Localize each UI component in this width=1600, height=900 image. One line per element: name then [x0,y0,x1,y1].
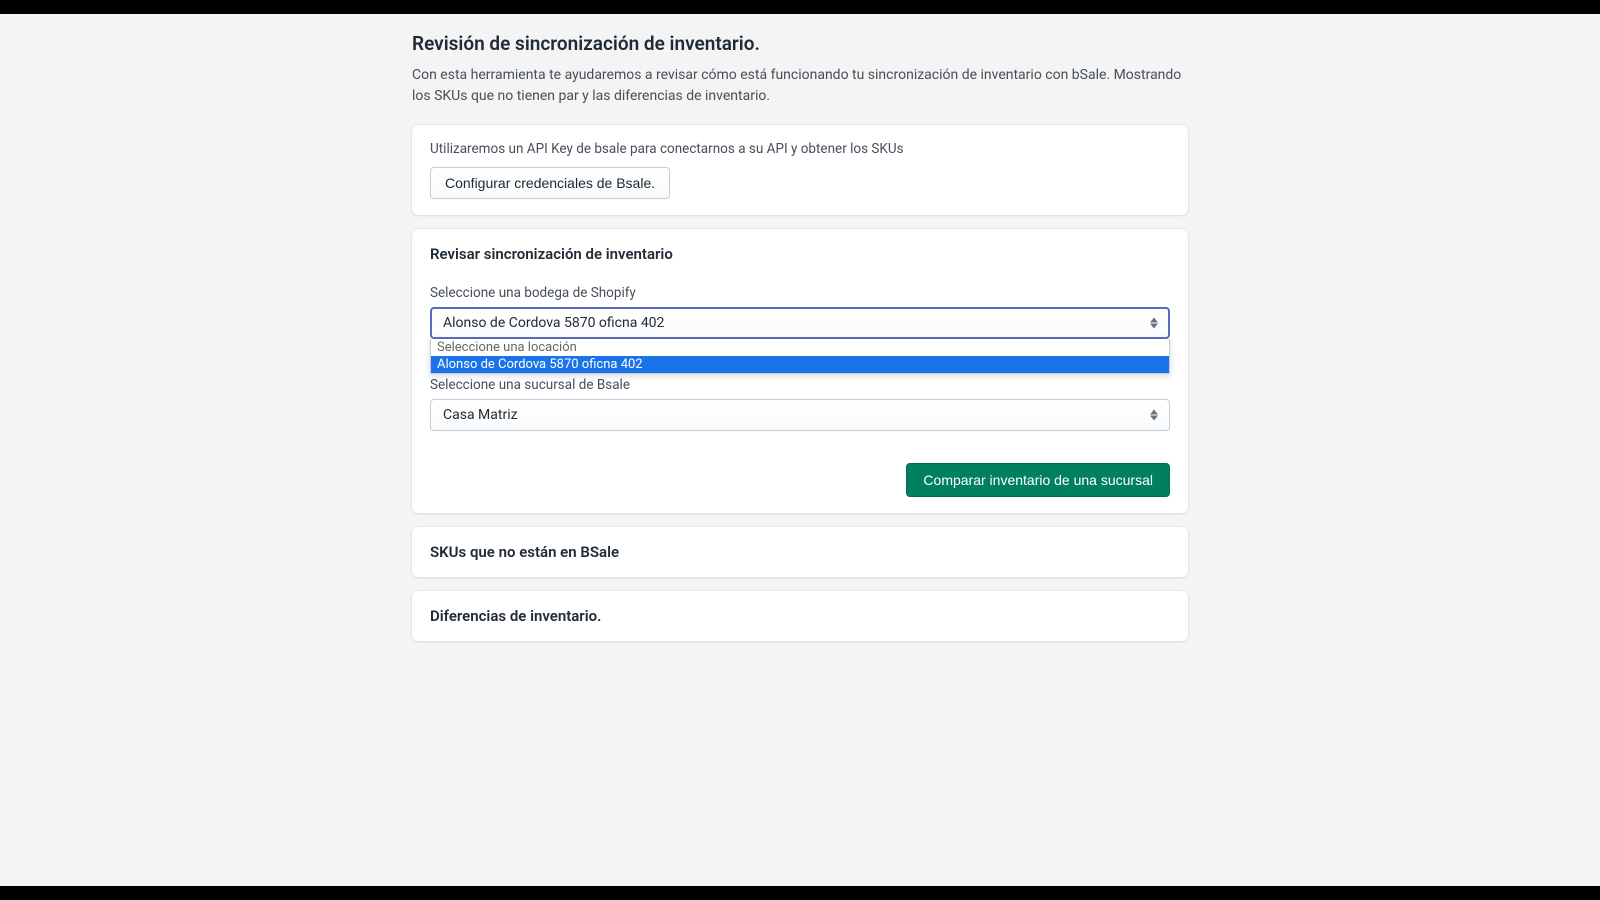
skus-missing-card: SKUs que no están en BSale [412,527,1188,577]
shopify-warehouse-label: Seleccione una bodega de Shopify [430,285,1170,301]
inventory-diff-title: Diferencias de inventario. [430,607,1170,625]
bsale-branch-select-wrapper: Casa Matriz [430,399,1170,431]
skus-missing-title: SKUs que no están en BSale [430,543,1170,561]
page-container: Revisión de sincronización de inventario… [412,14,1188,695]
shopify-warehouse-dropdown: Seleccione una locación Alonso de Cordov… [430,339,1170,374]
shopify-warehouse-select[interactable]: Alonso de Cordova 5870 oficna 402 [430,307,1170,339]
review-sync-heading: Revisar sincronización de inventario [430,245,1170,263]
page-subtitle: Con esta herramienta te ayudaremos a rev… [412,65,1188,107]
bsale-branch-select[interactable]: Casa Matriz [430,399,1170,431]
compare-button-row: Comparar inventario de una sucursal [430,463,1170,497]
page-title: Revisión de sincronización de inventario… [412,32,1188,55]
dropdown-placeholder-item[interactable]: Seleccione una locación [431,339,1169,356]
bsale-branch-label: Seleccione una sucursal de Bsale [430,377,1170,393]
shopify-warehouse-select-wrapper: Alonso de Cordova 5870 oficna 402 Selecc… [430,307,1170,339]
bottom-black-bar [0,886,1600,900]
review-sync-card: Revisar sincronización de inventario Sel… [412,229,1188,513]
top-black-bar [0,0,1600,14]
configure-credentials-button[interactable]: Configurar credenciales de Bsale. [430,167,670,199]
dropdown-option-item[interactable]: Alonso de Cordova 5870 oficna 402 [431,356,1169,373]
compare-inventory-button[interactable]: Comparar inventario de una sucursal [906,463,1170,497]
bsale-field-group: Seleccione una sucursal de Bsale Casa Ma… [430,377,1170,431]
credentials-text: Utilizaremos un API Key de bsale para co… [430,141,1170,157]
inventory-diff-card: Diferencias de inventario. [412,591,1188,641]
credentials-card: Utilizaremos un API Key de bsale para co… [412,125,1188,215]
